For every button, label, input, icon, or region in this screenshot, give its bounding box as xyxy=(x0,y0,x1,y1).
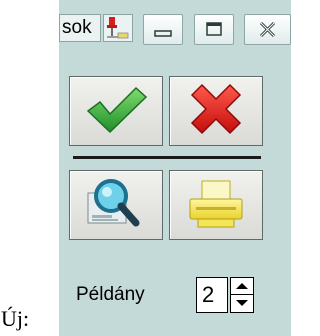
copies-spinner xyxy=(230,277,254,313)
magnifier-preview-icon xyxy=(87,179,140,227)
page-label: Új: xyxy=(1,306,30,331)
close-icon xyxy=(259,21,276,38)
print-dialog-window: sok Példány 2 xyxy=(59,0,291,336)
green-check-icon xyxy=(86,86,148,134)
yellow-printer-icon xyxy=(189,180,243,228)
title-bar: sok xyxy=(59,0,291,55)
maximize-button[interactable] xyxy=(194,14,234,45)
copies-input[interactable]: 2 xyxy=(196,277,228,313)
window-title: sok xyxy=(59,14,101,42)
arrow-down-icon xyxy=(236,300,248,306)
spin-up-button[interactable] xyxy=(231,278,253,295)
copies-label: Példány xyxy=(76,284,145,305)
minimize-icon xyxy=(154,30,172,37)
print-button[interactable] xyxy=(169,170,263,240)
spin-down-button[interactable] xyxy=(231,295,253,311)
cancel-button[interactable] xyxy=(169,76,263,146)
close-button[interactable] xyxy=(244,14,291,45)
arrow-up-icon xyxy=(236,283,248,289)
printer-app-icon xyxy=(103,14,133,42)
ok-button[interactable] xyxy=(69,76,163,146)
minimize-button[interactable] xyxy=(143,14,183,45)
maximize-icon xyxy=(206,22,222,36)
divider xyxy=(73,156,261,159)
print-preview-button[interactable] xyxy=(69,170,163,240)
red-x-icon xyxy=(190,83,242,135)
